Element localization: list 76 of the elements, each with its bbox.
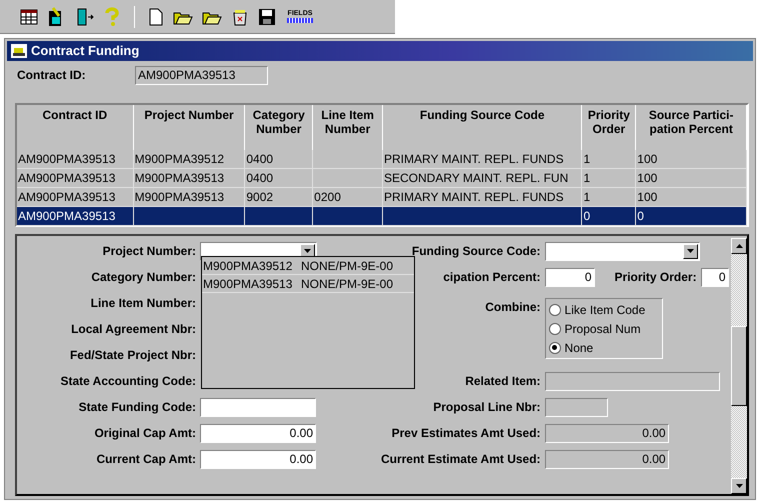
table-cell: AM900PMA39513 — [18, 209, 116, 223]
table-cell: PRIMARY MAINT. REPL. FUNDS — [384, 152, 564, 166]
table-cell: 100 — [637, 152, 658, 166]
readonly-field: AM900PMA39513 — [135, 66, 268, 84]
field-label: Category Number: — [90, 269, 197, 286]
radio-button[interactable] — [548, 342, 561, 354]
scroll-down-icon[interactable] — [731, 478, 747, 494]
dropdown-item[interactable]: M900PMA39512 NONE/PM-9E-00 — [202, 257, 414, 275]
field-label: Priority Order: — [614, 269, 698, 286]
table-cell: 9002 — [246, 190, 274, 204]
radio-label: Like Item Code — [564, 302, 646, 318]
field-label: State Funding Code: — [78, 399, 197, 416]
table-cell: 100 — [637, 190, 658, 204]
door-icon[interactable] — [76, 6, 94, 26]
scroll-up-icon[interactable] — [731, 238, 747, 254]
table-cell: AM900PMA39513 — [18, 171, 116, 185]
readonly-field: 0.00 — [544, 450, 669, 468]
readonly-field: 0.00 — [544, 424, 669, 442]
table-cell: 100 — [637, 171, 658, 185]
grid-icon[interactable] — [20, 8, 38, 26]
field-label: Project Number: — [102, 243, 197, 260]
table-cell: 0200 — [314, 190, 341, 204]
table-row[interactable]: AM900PMA39513 M900PMA39513 0400 SECONDARY MAINT. REPL. FUN 1 100 — [17, 169, 747, 188]
field-label: Funding Source Code: — [410, 243, 542, 260]
input-field[interactable]: 0.00 — [200, 424, 316, 442]
column-header[interactable]: Source Partici- pation Percent — [636, 105, 748, 150]
table-row[interactable]: AM900PMA39513 0 0 — [17, 207, 747, 226]
column-header[interactable]: Funding Source Code — [383, 105, 582, 150]
table-cell: PRIMARY MAINT. REPL. FUNDS — [384, 190, 564, 204]
field-label: Related Item: — [464, 373, 542, 390]
column-header[interactable]: Category Number — [245, 105, 314, 150]
table-cell: 0400 — [246, 152, 274, 166]
table-cell: AM900PMA39513 — [18, 152, 116, 166]
radio-button[interactable] — [548, 322, 561, 334]
radio-label: Proposal Num — [564, 320, 641, 338]
column-header[interactable]: Contract ID — [17, 105, 134, 150]
trash-icon[interactable] — [231, 8, 249, 26]
input-field[interactable]: 0.00 — [200, 450, 316, 468]
window-title: Contract Funding — [31, 42, 140, 60]
table-row[interactable]: AM900PMA39513 M900PMA39512 0400 PRIMARY MAINT. REPL. FUNDS 1 100 — [17, 150, 747, 169]
table-cell: 1 — [583, 171, 590, 185]
table-cell: AM900PMA39513 — [18, 190, 116, 204]
table-cell: 0 — [583, 209, 590, 223]
field-label: Current Estimate Amt Used: — [380, 451, 542, 468]
column-header[interactable]: Line Item Number — [313, 105, 383, 150]
radio-label: None — [564, 340, 594, 356]
readonly-field — [544, 398, 608, 416]
field-label: Prev Estimates Amt Used: — [390, 425, 542, 442]
field-label: Local Agreement Nbr: — [70, 321, 197, 338]
field-label: Proposal Line Nbr: — [432, 399, 542, 416]
table-cell: M900PMA39512 — [134, 152, 224, 166]
input-field[interactable]: 0 — [544, 268, 595, 286]
scrollbar[interactable] — [731, 238, 747, 494]
table-cell: M900PMA39513 — [134, 171, 224, 185]
field-label: Current Cap Amt: — [95, 451, 197, 468]
input-field[interactable]: 0 — [700, 268, 729, 286]
field-label: Combine: — [484, 299, 542, 316]
table-cell: 0400 — [246, 171, 274, 185]
input-field[interactable] — [200, 398, 316, 416]
table-cell: 0 — [637, 209, 644, 223]
new-page-icon[interactable] — [148, 8, 164, 26]
field-label: State Accounting Code: — [59, 373, 197, 390]
field-label: Fed/State Project Nbr: — [68, 347, 197, 364]
column-header[interactable]: Project Number — [134, 105, 246, 150]
table-cell: M900PMA39513 — [134, 190, 224, 204]
column-header[interactable]: Priority Order — [582, 105, 636, 150]
scroll-thumb[interactable] — [731, 326, 747, 406]
field-label: Contract ID: — [17, 67, 87, 84]
field-label: Line Item Number: — [90, 295, 197, 312]
table-cell: 1 — [583, 190, 590, 204]
table-cell: SECONDARY MAINT. REPL. FUN — [384, 171, 568, 185]
dropdown-field[interactable] — [544, 242, 700, 260]
table-cell: 1 — [583, 152, 590, 166]
field-label: Original Cap Amt: — [93, 425, 197, 442]
radio-button[interactable] — [548, 304, 561, 316]
dropdown-item[interactable]: M900PMA39513 NONE/PM-9E-00 — [202, 275, 414, 293]
